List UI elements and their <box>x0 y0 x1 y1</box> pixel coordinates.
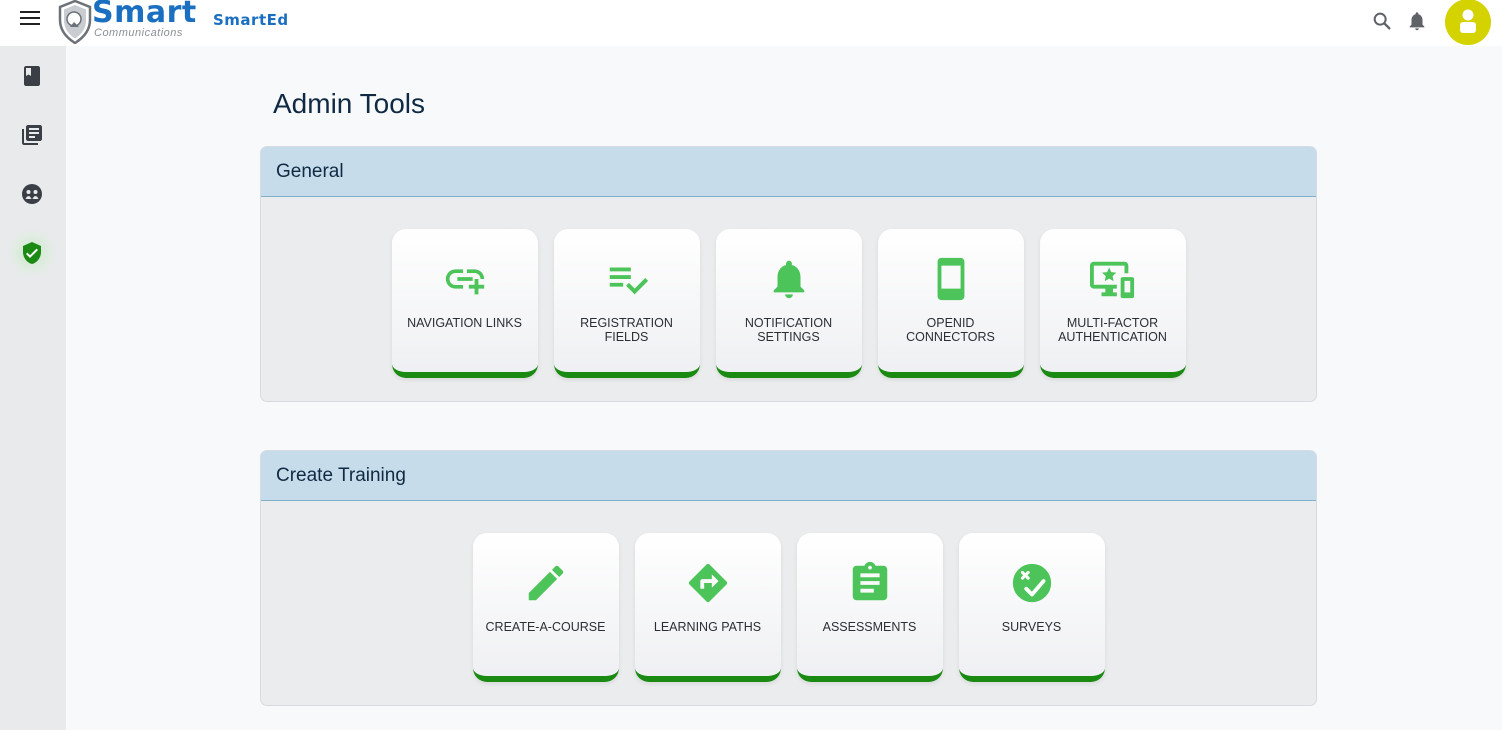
people-icon <box>22 184 42 204</box>
shield-check-icon <box>23 242 41 264</box>
brand-name: Smart <box>92 0 197 30</box>
search-icon[interactable] <box>1371 10 1393 32</box>
tile-label: REGISTRATION FIELDS <box>580 316 673 344</box>
sidebar-item-groups[interactable] <box>8 170 56 218</box>
sidebar-item-courses[interactable] <box>8 52 56 100</box>
shield-logo-icon <box>58 0 92 44</box>
page-title: Admin Tools <box>273 88 426 119</box>
devices-star-icon <box>1089 261 1134 299</box>
book-icon <box>24 66 40 86</box>
bell-icon <box>773 260 804 299</box>
tile-create-a-course[interactable]: CREATE-A-COURSE <box>472 533 619 682</box>
checklist-icon <box>609 267 648 295</box>
sidebar <box>0 46 66 730</box>
add-link-icon <box>445 269 484 295</box>
section-create-training: Create Training CREATE-A-COURSE LEARNING… <box>260 450 1317 706</box>
tile-label: CREATE-A-COURSE <box>485 620 606 634</box>
directions-icon <box>688 563 727 603</box>
tile-label: NAVIGATION LINKS <box>407 316 522 330</box>
tile-surveys[interactable]: SURVEYS <box>958 533 1105 682</box>
tile-openid-connectors[interactable]: OPENID CONNECTORS <box>877 229 1024 378</box>
tile-assessments[interactable]: ASSESSMENTS <box>796 533 943 682</box>
tile-learning-paths[interactable]: LEARNING PATHS <box>634 533 781 682</box>
tile-navigation-links[interactable]: NAVIGATION LINKS <box>391 229 538 378</box>
tile-label: OPENID CONNECTORS <box>906 316 995 344</box>
check-x-circle-icon <box>1012 563 1051 603</box>
user-avatar[interactable] <box>1445 0 1491 45</box>
bell-icon[interactable] <box>1406 10 1428 32</box>
tile-label: SURVEYS <box>1001 620 1062 634</box>
top-bar: Smart Communications SmartEd <box>0 0 1502 46</box>
sidebar-item-library[interactable] <box>8 111 56 159</box>
sidebar-item-admin-tools[interactable] <box>8 229 56 277</box>
tile-label: LEARNING PATHS <box>653 620 762 634</box>
tile-grid: CREATE-A-COURSE LEARNING PATHS ASSESSMEN… <box>261 533 1316 682</box>
library-icon <box>22 125 42 145</box>
product-name[interactable]: SmartEd <box>213 11 289 29</box>
pencil-icon <box>528 565 563 601</box>
tile-registration-fields[interactable]: REGISTRATION FIELDS <box>553 229 700 378</box>
tile-label: MULTI-FACTOR AUTHENTICATION <box>1058 316 1167 344</box>
tile-label: ASSESSMENTS <box>822 620 917 634</box>
section-general: General NAVIGATION LINKS REGISTRATION FI… <box>260 146 1317 402</box>
tile-label: NOTIFICATION SETTINGS <box>744 316 833 344</box>
brand-logo[interactable]: Smart Communications <box>58 0 203 44</box>
user-icon <box>1460 9 1476 33</box>
tile-multi-factor-authentication[interactable]: MULTI-FACTOR AUTHENTICATION <box>1039 229 1186 378</box>
tile-notification-settings[interactable]: NOTIFICATION SETTINGS <box>715 229 862 378</box>
menu-icon[interactable] <box>20 11 40 27</box>
section-title: Create Training <box>261 451 1316 501</box>
clipboard-icon <box>852 561 887 601</box>
tile-grid: NAVIGATION LINKS REGISTRATION FIELDS NOT… <box>261 229 1316 378</box>
phone-device-icon <box>937 257 964 301</box>
brand-subtitle: Communications <box>94 27 183 39</box>
section-title: General <box>261 147 1316 197</box>
